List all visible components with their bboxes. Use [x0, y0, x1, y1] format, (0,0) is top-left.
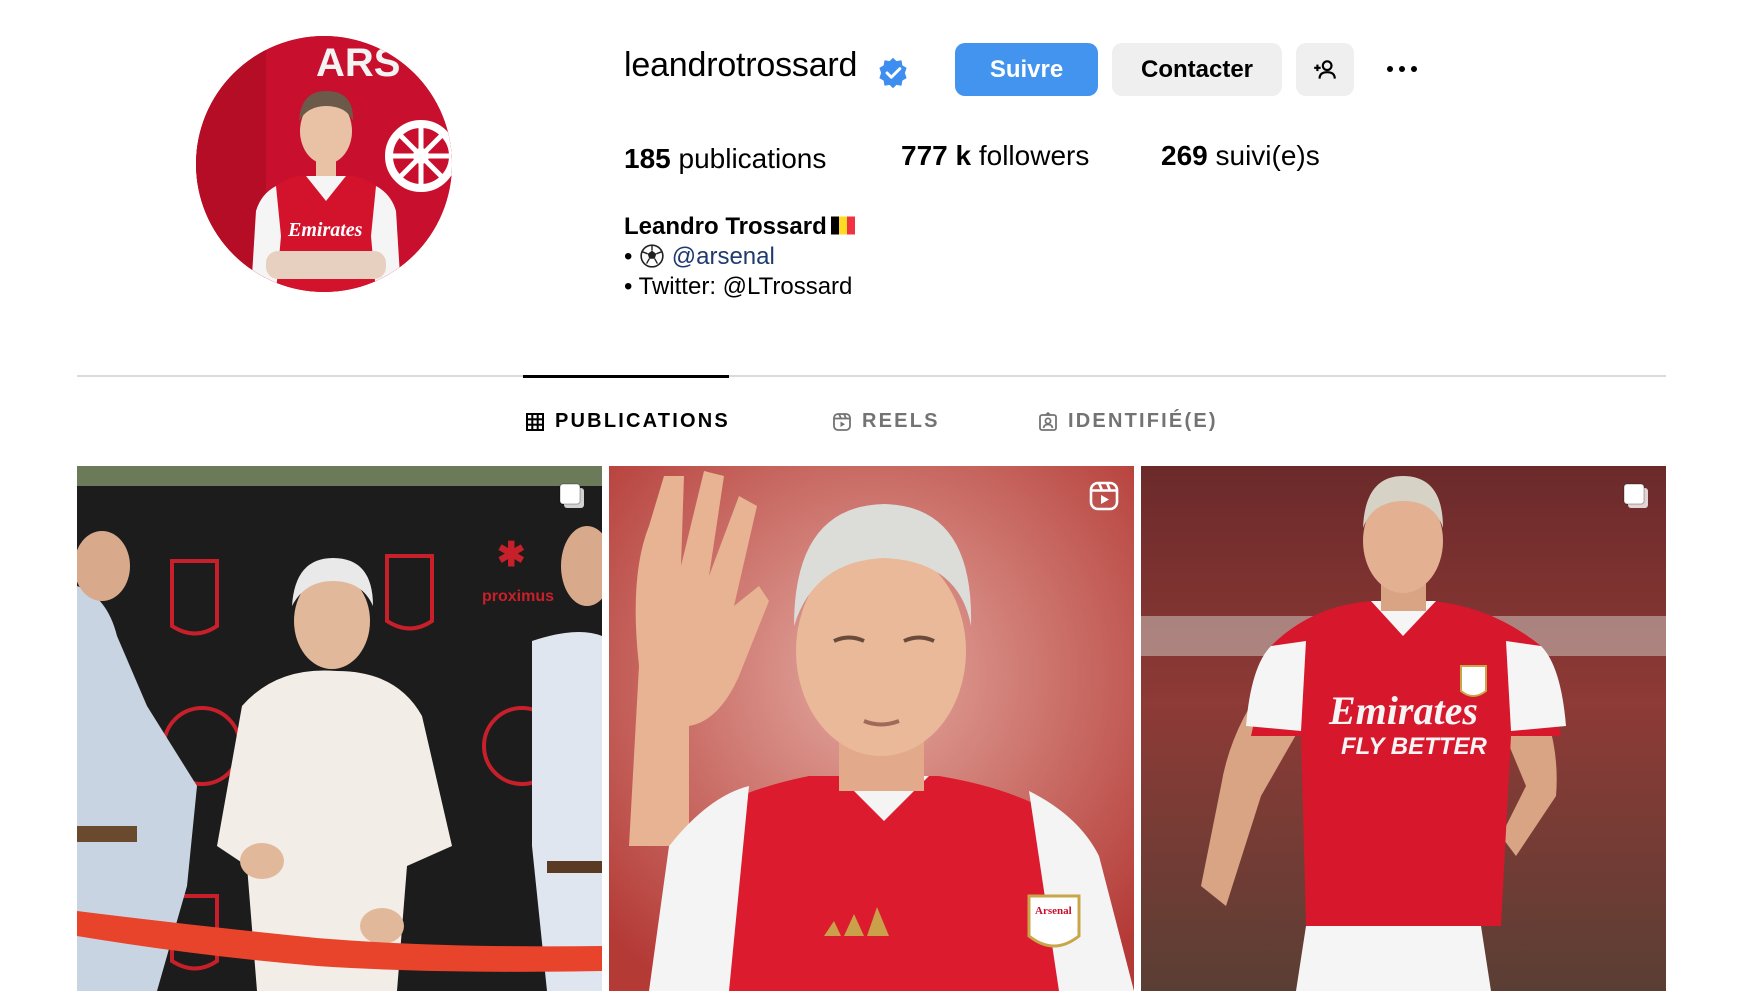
post-3-image: Emirates FLY BETTER	[1141, 466, 1666, 991]
carousel-icon	[559, 483, 584, 508]
svg-text:ARS: ARS	[316, 41, 400, 85]
add-user-icon	[1314, 59, 1336, 79]
profile-bio: Leandro Trossard • @arsenal • Twitter: @…	[624, 212, 855, 302]
post-tile-2[interactable]: Arsenal	[609, 466, 1134, 991]
suggest-accounts-button[interactable]	[1296, 43, 1354, 96]
more-dot-icon	[1399, 66, 1405, 72]
contact-button[interactable]: Contacter	[1112, 43, 1282, 96]
tab-reels[interactable]: REELS	[832, 410, 940, 433]
posts-count: 185 publications	[624, 143, 827, 174]
profile-page: ARS Emirates leandrotrossard Suivre Cont…	[0, 0, 1744, 998]
svg-text:✱: ✱	[497, 536, 526, 574]
more-dot-icon	[1411, 66, 1417, 72]
follow-button[interactable]: Suivre	[955, 43, 1098, 96]
active-tab-indicator	[523, 375, 729, 378]
more-options-button[interactable]	[1380, 52, 1424, 86]
more-dot-icon	[1387, 66, 1393, 72]
post-2-image: Arsenal	[609, 466, 1134, 991]
followers-count[interactable]: 777 k followers	[901, 140, 1089, 172]
grid-icon	[526, 412, 544, 431]
profile-avatar[interactable]: ARS Emirates	[196, 36, 452, 292]
tab-publications[interactable]: PUBLICATIONS	[525, 410, 730, 433]
tagged-icon	[1039, 411, 1057, 431]
svg-text:Emirates: Emirates	[287, 219, 363, 241]
svg-text:FLY BETTER: FLY BETTER	[1341, 733, 1487, 760]
svg-text:Emirates: Emirates	[1328, 688, 1478, 733]
avatar-image: ARS Emirates	[196, 36, 452, 292]
twitter-line: • Twitter: @LTrossard	[624, 273, 853, 300]
carousel-icon	[1623, 483, 1648, 508]
reels-icon	[833, 412, 851, 431]
verified-badge-icon	[879, 57, 907, 89]
tabs-divider	[77, 375, 1666, 377]
belgium-flag-icon	[830, 216, 855, 235]
svg-text:proximus: proximus	[482, 588, 554, 605]
soccer-ball-icon	[640, 244, 664, 268]
post-1-image: ✱ proximus	[77, 466, 602, 991]
post-tile-1[interactable]: ✱ proximus	[77, 466, 602, 991]
profile-full-name: Leandro Trossard	[624, 213, 827, 240]
svg-text:Arsenal: Arsenal	[1035, 905, 1072, 917]
reel-icon	[1089, 481, 1119, 511]
tab-tagged[interactable]: IDENTIFIÉ(E)	[1038, 410, 1218, 433]
following-count[interactable]: 269 suivi(e)s	[1161, 140, 1320, 172]
profile-username: leandrotrossard	[624, 46, 858, 84]
arsenal-mention-link[interactable]: @arsenal	[672, 243, 775, 270]
post-tile-3[interactable]: Emirates FLY BETTER	[1141, 466, 1666, 991]
